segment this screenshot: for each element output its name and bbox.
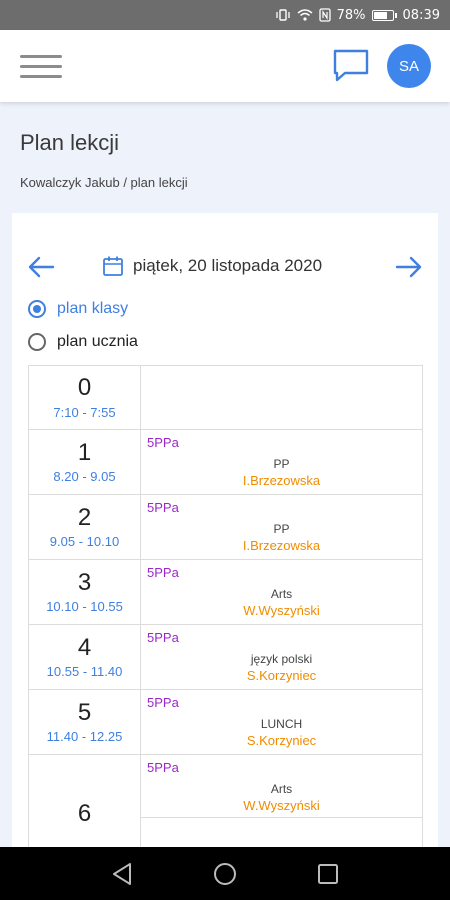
period-time: 8.20 - 9.05: [53, 469, 116, 485]
breadcrumb: Kowalczyk Jakub / plan lekcji: [20, 175, 188, 190]
period-number: 6: [77, 800, 92, 828]
period-cell: 5 11.40 - 12.25: [29, 690, 141, 754]
class-code: 5PPa: [147, 760, 179, 775]
period-cell: 3 10.10 - 10.55: [29, 560, 141, 624]
subject: PP: [273, 522, 290, 536]
battery-percent: 78%: [336, 7, 366, 23]
table-row: 2 9.05 - 10.10 5PPa PP I.Brzezowska: [28, 495, 423, 560]
table-row: 4 10.55 - 11.40 5PPa język polski S.Korz…: [28, 625, 423, 690]
system-navigation-bar: [0, 847, 450, 900]
menu-button[interactable]: [20, 52, 64, 80]
timetable: 0 7:10 - 7:55 1 8.20 - 9.05 5PPa PP I.Br…: [28, 365, 423, 875]
period-number: 4: [77, 633, 92, 661]
subject: LUNCH: [260, 717, 303, 731]
period-cell: 4 10.55 - 11.40: [29, 625, 141, 689]
radio-label: plan ucznia: [57, 333, 138, 350]
lesson-cell[interactable]: 5PPa Arts W.Wyszyński: [141, 560, 422, 624]
period-time: 11.40 - 12.25: [46, 729, 123, 745]
table-row: 1 8.20 - 9.05 5PPa PP I.Brzezowska: [28, 430, 423, 495]
lesson-cell[interactable]: 5PPa PP I.Brzezowska: [141, 495, 422, 559]
recents-icon[interactable]: [313, 859, 343, 889]
chat-icon[interactable]: [332, 48, 370, 84]
avatar[interactable]: SA: [387, 44, 431, 88]
teacher: W.Wyszyński: [243, 603, 320, 618]
period-time: 10.10 - 10.55: [46, 599, 123, 615]
subject: język polski: [250, 652, 313, 666]
lesson-cell[interactable]: 5PPa PP I.Brzezowska: [141, 430, 422, 494]
period-cell: 2 9.05 - 10.10: [29, 495, 141, 559]
battery-icon: [371, 9, 397, 21]
period-time: 10.55 - 11.40: [46, 664, 123, 680]
period-number: 0: [77, 374, 92, 402]
app-bar: SA: [0, 30, 450, 102]
teacher: I.Brzezowska: [242, 538, 321, 553]
lesson-cell[interactable]: 5PPa LUNCH S.Korzyniec: [141, 690, 422, 754]
home-icon[interactable]: [210, 859, 240, 889]
radio-label: plan klasy: [57, 300, 129, 317]
class-code: 5PPa: [147, 630, 179, 645]
period-time: 9.05 - 10.10: [49, 534, 120, 550]
period-time: 7:10 - 7:55: [53, 404, 116, 420]
teacher: I.Brzezowska: [242, 473, 321, 488]
status-bar: 78% 08:39: [0, 0, 450, 30]
lesson-cell[interactable]: 5PPa język polski S.Korzyniec: [141, 625, 422, 689]
wifi-icon: [297, 9, 313, 21]
teacher: S.Korzyniec: [246, 733, 317, 748]
table-row: 5 11.40 - 12.25 5PPa LUNCH S.Korzyniec: [28, 690, 423, 755]
timetable-card: piątek, 20 listopada 2020 plan klasy pla…: [12, 213, 438, 875]
period-number: 2: [77, 503, 92, 531]
lesson-divider: [141, 817, 422, 818]
class-code: 5PPa: [147, 500, 179, 515]
table-row: 3 10.10 - 10.55 5PPa Arts W.Wyszyński: [28, 560, 423, 625]
class-code: 5PPa: [147, 435, 179, 450]
period-number: 1: [77, 438, 92, 466]
class-code: 5PPa: [147, 695, 179, 710]
back-icon[interactable]: [107, 859, 137, 889]
radio-unchecked-icon[interactable]: [28, 333, 46, 351]
lesson-cell[interactable]: [141, 366, 422, 429]
radio-checked-icon[interactable]: [28, 300, 46, 318]
nfc-icon: [318, 8, 331, 22]
teacher: S.Korzyniec: [246, 668, 317, 683]
table-row: 0 7:10 - 7:55: [28, 365, 423, 430]
next-day-arrow-icon[interactable]: [394, 253, 424, 281]
date-navigation: piątek, 20 listopada 2020: [12, 253, 438, 281]
vibrate-icon: [275, 9, 291, 21]
clock: 08:39: [402, 7, 440, 23]
period-cell: 1 8.20 - 9.05: [29, 430, 141, 494]
calendar-icon[interactable]: [102, 255, 124, 277]
page-title: Plan lekcji: [20, 130, 120, 155]
current-date[interactable]: piątek, 20 listopada 2020: [133, 256, 322, 276]
period-number: 3: [77, 568, 92, 596]
subject: Arts: [270, 782, 293, 796]
previous-day-arrow-icon[interactable]: [26, 253, 56, 281]
subject: Arts: [270, 587, 293, 601]
period-cell: 0 7:10 - 7:55: [29, 366, 141, 429]
subject: PP: [273, 457, 290, 471]
teacher: W.Wyszyński: [243, 798, 320, 813]
radio-plan-klasy[interactable]: plan klasy: [28, 297, 128, 321]
period-number: 5: [77, 698, 92, 726]
radio-plan-ucznia[interactable]: plan ucznia: [28, 330, 138, 354]
class-code: 5PPa: [147, 565, 179, 580]
battery-fill: [373, 11, 387, 19]
